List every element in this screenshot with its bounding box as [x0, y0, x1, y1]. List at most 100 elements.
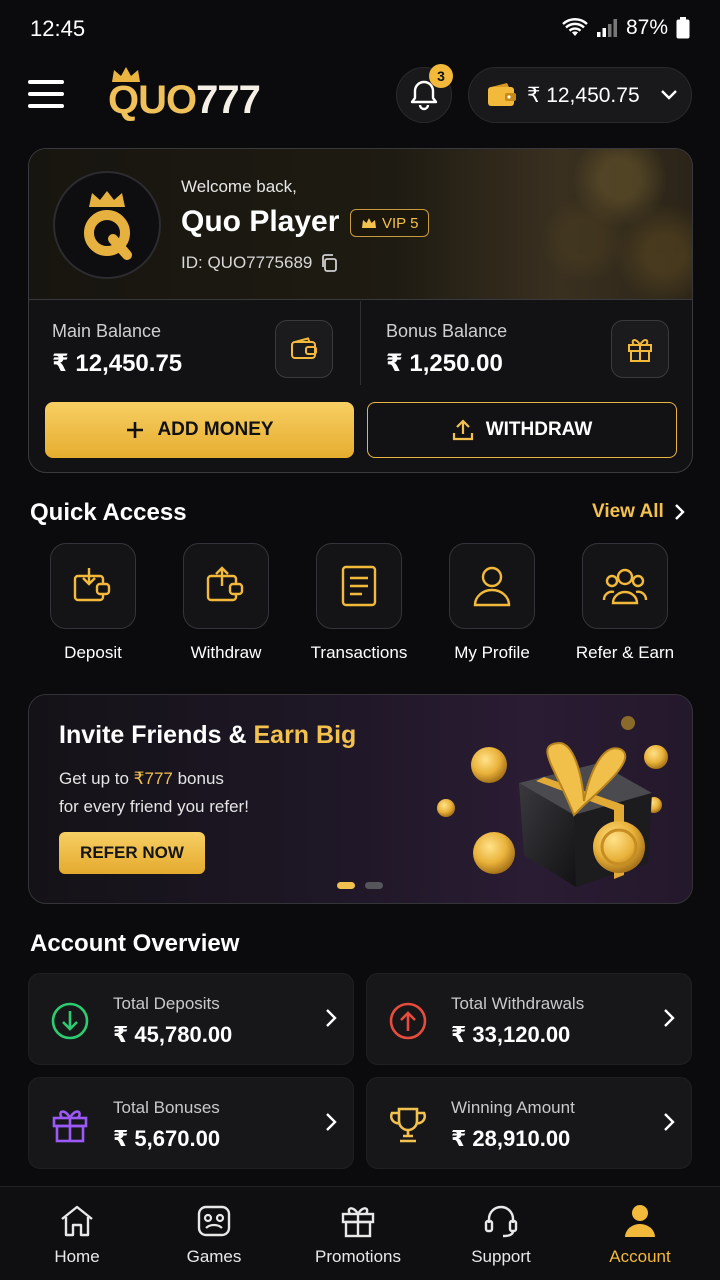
hamburger-menu-button[interactable] [28, 80, 68, 112]
quick-access-label: My Profile [454, 643, 530, 662]
q-crown-logo-icon [84, 191, 132, 260]
vip-level: VIP 5 [382, 214, 419, 232]
quick-access-title: Quick Access [30, 499, 187, 526]
promo-title-gold: Earn Big [253, 721, 357, 749]
wallet-balance: ₹ 12,450.75 [527, 83, 640, 107]
arrow-down-circle-icon [49, 1000, 91, 1042]
gamepad-icon [196, 1203, 232, 1239]
overview-label: Total Bonuses [113, 1098, 220, 1117]
trophy-icon [387, 1104, 429, 1146]
chevron-right-icon [664, 1009, 675, 1027]
profile-card: Welcome back, Quo Player VIP 5 ID: QUO77… [28, 148, 693, 473]
add-money-button[interactable]: ADD MONEY [45, 402, 354, 458]
total-bonuses-card[interactable]: Total Bonuses ₹ 5,670.00 [28, 1077, 354, 1169]
bonus-balance-label: Bonus Balance [386, 321, 508, 341]
upload-icon [452, 419, 473, 441]
app-logo[interactable]: QUO777 [106, 66, 286, 122]
profile-header: Welcome back, Quo Player VIP 5 ID: QUO77… [29, 149, 692, 300]
nav-label: Games [186, 1247, 242, 1266]
menu-line [28, 92, 64, 96]
view-all-link[interactable]: View All [592, 501, 686, 523]
nav-home[interactable]: Home [5, 1187, 149, 1280]
gift-icon [628, 339, 652, 362]
refer-now-button[interactable]: REFER NOW [59, 832, 205, 874]
wifi-icon [562, 18, 588, 36]
nav-label: Account [609, 1247, 671, 1266]
promo-line1-prefix: Get up to [59, 769, 134, 788]
avatar[interactable] [53, 171, 161, 279]
wallet-balance-dropdown[interactable]: ₹ 12,450.75 [468, 67, 692, 123]
arrow-up-circle-icon [387, 1000, 429, 1042]
quick-access-refer-earn[interactable]: Refer & Earn [565, 543, 685, 673]
overview-value: ₹ 33,120.00 [451, 1022, 571, 1047]
quick-access-my-profile[interactable]: My Profile [432, 543, 552, 673]
nav-label: Promotions [315, 1247, 401, 1266]
promo-subtitle: Get up to ₹777 bonus for every friend yo… [59, 765, 319, 821]
main-balance-value: ₹ 12,450.75 [52, 350, 183, 377]
user-icon [623, 1203, 657, 1239]
carousel-dot-active[interactable] [337, 882, 355, 889]
view-all-label: View All [592, 501, 664, 522]
overview-value: ₹ 28,910.00 [451, 1126, 571, 1151]
withdraw-label: WITHDRAW [485, 419, 593, 440]
quick-access-label: Deposit [64, 643, 122, 662]
menu-line [28, 80, 64, 84]
chevron-down-icon [660, 90, 677, 100]
promo-title: Invite Friends & Earn Big [59, 721, 356, 750]
total-withdrawals-card[interactable]: Total Withdrawals ₹ 33,120.00 [366, 973, 692, 1065]
withdraw-button[interactable]: WITHDRAW [367, 402, 677, 458]
bonus-gift-button[interactable] [611, 320, 669, 378]
nav-account[interactable]: Account [568, 1187, 712, 1280]
decorative-gold-rocks [512, 149, 692, 299]
users-icon [582, 543, 668, 629]
chevron-right-icon [326, 1113, 337, 1131]
quick-access-withdraw[interactable]: Withdraw [166, 543, 286, 673]
main-wallet-button[interactable] [275, 320, 333, 378]
signal-icon [596, 19, 617, 37]
add-money-label: ADD MONEY [157, 419, 274, 440]
vip-badge[interactable]: VIP 5 [350, 209, 430, 237]
nav-promotions[interactable]: Promotions [286, 1187, 430, 1280]
player-id: ID: QUO7775689 [181, 253, 338, 273]
quick-access-label: Refer & Earn [575, 643, 675, 662]
user-icon [449, 543, 535, 629]
notifications-button[interactable]: 3 [396, 64, 453, 123]
status-icons: 87% [562, 16, 690, 40]
bonus-balance-value: ₹ 1,250.00 [386, 350, 503, 377]
promo-amount: ₹777 [133, 769, 173, 788]
welcome-text: Welcome back, [181, 177, 297, 196]
gift-box-coins-illustration [437, 716, 668, 887]
deposit-icon [50, 543, 136, 629]
overview-value: ₹ 5,670.00 [113, 1126, 221, 1151]
battery-percent: 87% [625, 16, 668, 39]
winning-amount-card[interactable]: Winning Amount ₹ 28,910.00 [366, 1077, 692, 1169]
total-deposits-card[interactable]: Total Deposits ₹ 45,780.00 [28, 973, 354, 1065]
logo-text: QUO777 [108, 78, 261, 123]
main-balance-label: Main Balance [52, 321, 162, 341]
logo-suffix: 777 [196, 78, 261, 122]
transactions-icon [316, 543, 402, 629]
quick-access-deposit[interactable]: Deposit [33, 543, 153, 673]
player-name: Quo Player [181, 205, 340, 238]
overview-label: Total Withdrawals [451, 994, 585, 1013]
nav-label: Home [54, 1247, 100, 1266]
battery-icon [676, 17, 690, 39]
carousel-dot[interactable] [365, 882, 383, 889]
promo-line1-suffix: bonus [172, 769, 224, 788]
bonus-balance-section: Bonus Balance ₹ 1,250.00 [361, 301, 692, 385]
wallet-icon [488, 83, 516, 106]
copy-icon[interactable] [320, 254, 338, 272]
logo-prefix: QUO [108, 78, 197, 122]
promo-title-white: Invite Friends & [59, 721, 254, 749]
promo-banner[interactable]: Invite Friends & Earn Big Get up to ₹777… [28, 694, 693, 904]
nav-support[interactable]: Support [429, 1187, 573, 1280]
status-time: 12:45 [30, 16, 86, 41]
quick-access-transactions[interactable]: Transactions [299, 543, 419, 673]
withdraw-icon [183, 543, 269, 629]
wallet-icon [291, 337, 317, 359]
player-id-text: ID: QUO7775689 [181, 253, 313, 272]
menu-line [28, 104, 64, 108]
gift-icon [49, 1104, 91, 1146]
nav-games[interactable]: Games [142, 1187, 286, 1280]
carousel-dots [337, 882, 383, 889]
